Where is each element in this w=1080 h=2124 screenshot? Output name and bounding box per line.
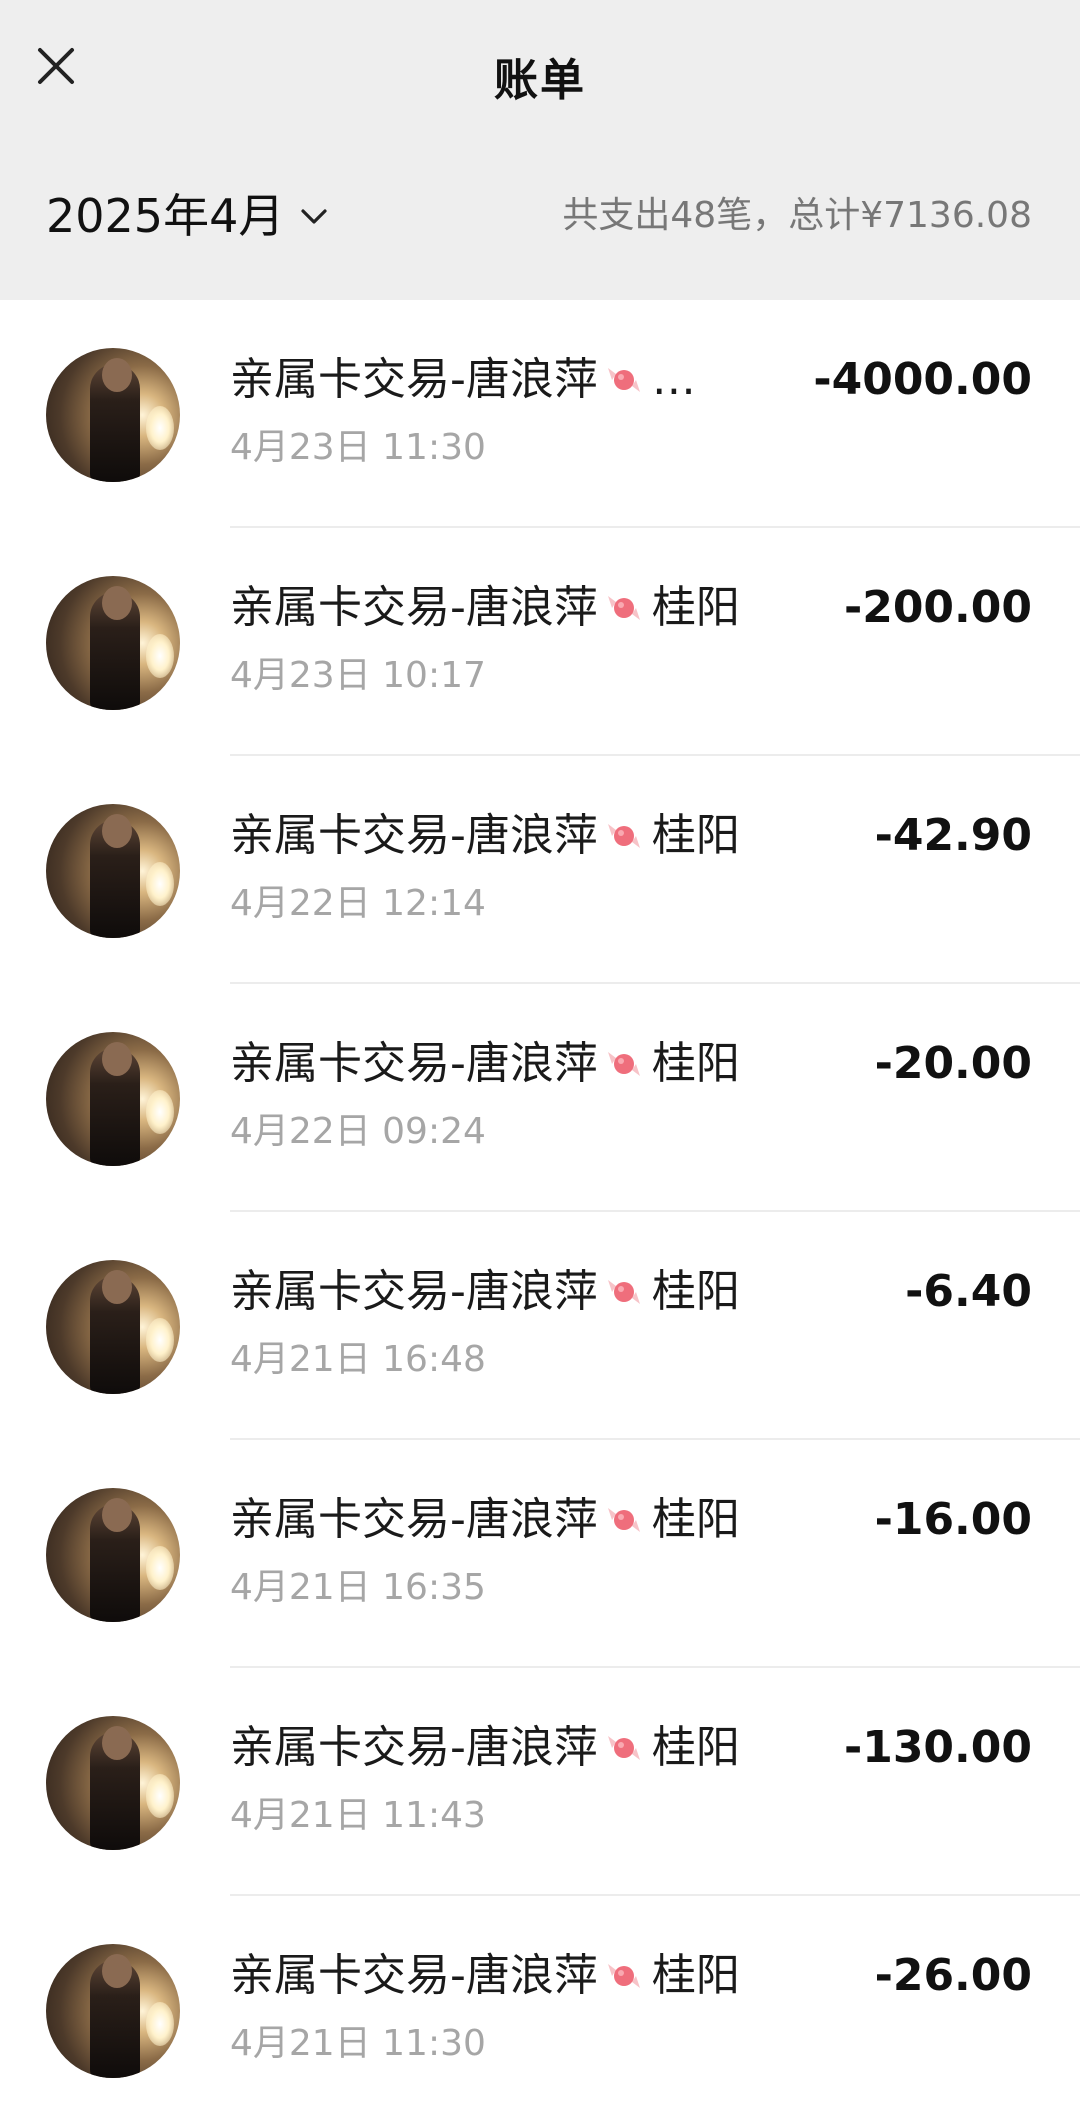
transaction-title: 亲属卡交易-唐浪萍 桂阳 — [230, 1490, 790, 1550]
transaction-title: 亲属卡交易-唐浪萍 桂阳 — [230, 806, 790, 866]
transaction-name: 亲属卡交易-唐浪萍 — [230, 1722, 598, 1773]
transaction-location: 桂阳 — [651, 1266, 740, 1317]
transaction-location: 桂阳 — [651, 1494, 740, 1545]
transaction-name: 亲属卡交易-唐浪萍 — [230, 1950, 598, 2001]
transaction-name: 亲属卡交易-唐浪萍 — [230, 810, 598, 861]
transaction-row[interactable]: 亲属卡交易-唐浪萍 桂阳 4月21日 11:30 -26.00 — [0, 1896, 1080, 2124]
transaction-row[interactable]: 亲属卡交易-唐浪萍 桂阳 4月23日 10:17 -200.00 — [0, 528, 1080, 756]
transaction-amount: -16.00 — [874, 1494, 1032, 1545]
avatar — [46, 804, 180, 938]
transaction-row[interactable]: 亲属卡交易-唐浪萍 桂阳 4月22日 09:24 -20.00 — [0, 984, 1080, 1212]
transaction-row[interactable]: 亲属卡交易-唐浪萍 桂阳 4月22日 12:14 -42.90 — [0, 756, 1080, 984]
transaction-title: 亲属卡交易-唐浪萍 … — [230, 350, 790, 410]
chevron-down-icon — [301, 209, 327, 224]
transaction-amount: -4000.00 — [813, 354, 1032, 405]
candy-icon — [602, 1726, 646, 1770]
transaction-location: 桂阳 — [651, 1950, 740, 2001]
transaction-amount: -130.00 — [843, 1722, 1032, 1773]
transaction-name: 亲属卡交易-唐浪萍 — [230, 1266, 598, 1317]
transaction-name: 亲属卡交易-唐浪萍 — [230, 1038, 598, 1089]
avatar — [46, 1032, 180, 1166]
page-title: 账单 — [494, 55, 586, 106]
avatar — [46, 1944, 180, 2078]
spending-summary: 共支出48笔，总计¥7136.08 — [562, 195, 1032, 236]
bill-header: 账单 2025年4月 共支出48笔，总计¥7136.08 — [0, 0, 1080, 300]
transaction-time: 4月22日 09:24 — [230, 1111, 486, 1152]
transaction-name: 亲属卡交易-唐浪萍 — [230, 582, 598, 633]
candy-icon — [602, 1954, 646, 1998]
transaction-title: 亲属卡交易-唐浪萍 桂阳 — [230, 1718, 790, 1778]
transaction-time: 4月21日 11:30 — [230, 2023, 486, 2064]
candy-icon — [602, 358, 646, 402]
transaction-location: … — [651, 354, 696, 405]
month-label: 2025年4月 — [46, 189, 285, 243]
candy-icon — [602, 586, 646, 630]
transaction-location: 桂阳 — [651, 582, 740, 633]
transaction-amount: -26.00 — [874, 1950, 1032, 2001]
transaction-time: 4月21日 16:48 — [230, 1339, 486, 1380]
avatar — [46, 1488, 180, 1622]
transaction-time: 4月23日 10:17 — [230, 655, 486, 696]
transaction-time: 4月21日 16:35 — [230, 1567, 486, 1608]
avatar — [46, 1716, 180, 1850]
avatar — [46, 348, 180, 482]
transaction-time: 4月22日 12:14 — [230, 883, 486, 924]
transaction-row[interactable]: 亲属卡交易-唐浪萍 桂阳 4月21日 11:43 -130.00 — [0, 1668, 1080, 1896]
transaction-location: 桂阳 — [651, 810, 740, 861]
transaction-time: 4月21日 11:43 — [230, 1795, 486, 1836]
transaction-location: 桂阳 — [651, 1722, 740, 1773]
transaction-title: 亲属卡交易-唐浪萍 桂阳 — [230, 1034, 790, 1094]
transaction-title: 亲属卡交易-唐浪萍 桂阳 — [230, 578, 790, 638]
transaction-row[interactable]: 亲属卡交易-唐浪萍 … 4月23日 11:30 -4000.00 — [0, 300, 1080, 528]
transaction-title: 亲属卡交易-唐浪萍 桂阳 — [230, 1262, 790, 1322]
transaction-name: 亲属卡交易-唐浪萍 — [230, 1494, 598, 1545]
candy-icon — [602, 1270, 646, 1314]
avatar — [46, 576, 180, 710]
candy-icon — [602, 1498, 646, 1542]
transaction-name: 亲属卡交易-唐浪萍 — [230, 354, 598, 405]
transaction-amount: -6.40 — [905, 1266, 1032, 1317]
transaction-list: 亲属卡交易-唐浪萍 … 4月23日 11:30 -4000.00 亲属卡交易-唐… — [0, 300, 1080, 2124]
transaction-row[interactable]: 亲属卡交易-唐浪萍 桂阳 4月21日 16:48 -6.40 — [0, 1212, 1080, 1440]
candy-icon — [602, 814, 646, 858]
transaction-title: 亲属卡交易-唐浪萍 桂阳 — [230, 1946, 790, 2006]
transaction-amount: -20.00 — [874, 1038, 1032, 1089]
month-selector[interactable]: 2025年4月 — [46, 186, 330, 246]
transaction-time: 4月23日 11:30 — [230, 427, 486, 468]
transaction-amount: -42.90 — [874, 810, 1032, 861]
transaction-amount: -200.00 — [843, 582, 1032, 633]
avatar — [46, 1260, 180, 1394]
candy-icon — [602, 1042, 646, 1086]
transaction-row[interactable]: 亲属卡交易-唐浪萍 桂阳 4月21日 16:35 -16.00 — [0, 1440, 1080, 1668]
transaction-location: 桂阳 — [651, 1038, 740, 1089]
